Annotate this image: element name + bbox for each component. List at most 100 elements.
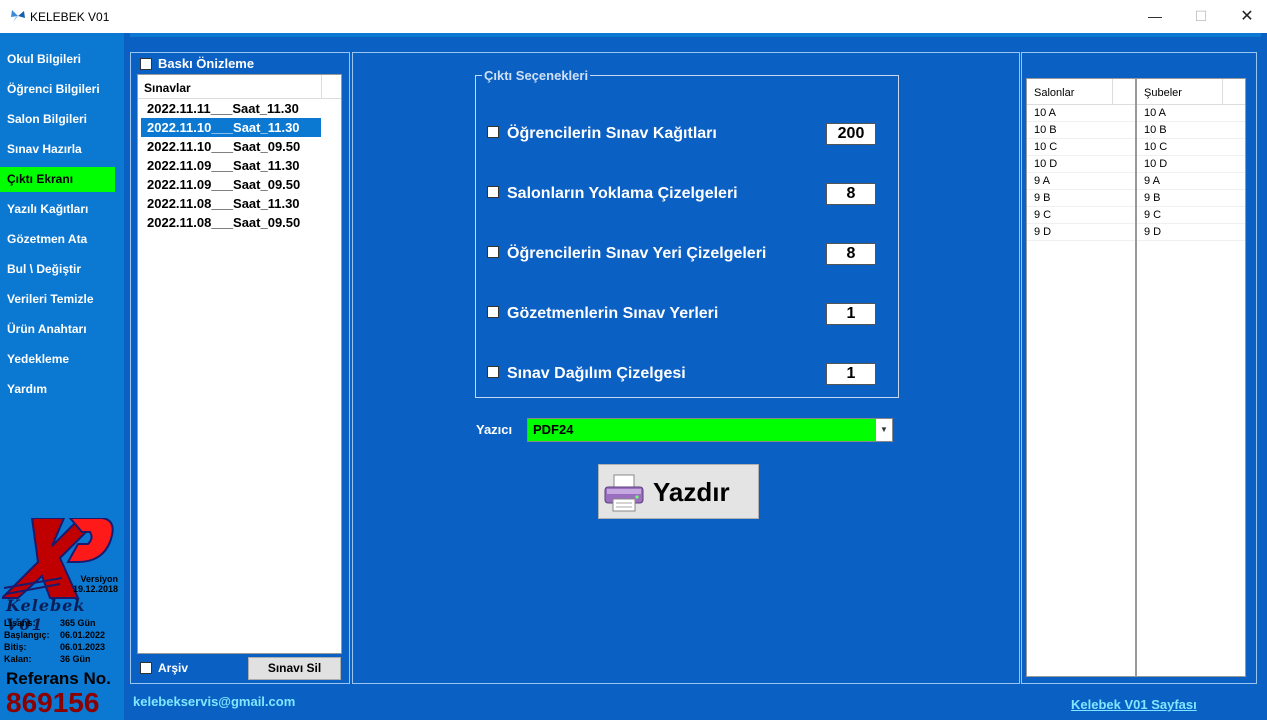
list-item[interactable]: 9 B (1137, 190, 1245, 207)
option-attendance-sheets[interactable]: Salonların Yoklama Çizelgeleri (487, 185, 738, 203)
checkbox-icon (140, 57, 152, 70)
print-button[interactable]: Yazdır (598, 464, 759, 519)
list-item[interactable]: 10 C (1027, 139, 1135, 156)
checkbox-icon (487, 126, 499, 139)
license-value: 365 Gün (60, 618, 96, 628)
list-item[interactable]: 9 A (1137, 173, 1245, 190)
column-divider (1112, 79, 1113, 105)
option-student-seat-sheets[interactable]: Öğrencilerin Sınav Yeri Çizelgeleri (487, 245, 766, 263)
sidebar-item-ogrenci-bilgileri[interactable]: Öğrenci Bilgileri (0, 77, 115, 102)
reference-number: 869156 (6, 687, 100, 718)
output-options-title: Çıktı Seçenekleri (482, 68, 591, 83)
rooms-header-label: Salonlar (1034, 87, 1075, 99)
list-item[interactable]: 9 A (1027, 173, 1135, 190)
option-label: Öğrencilerin Sınav Yeri Çizelgeleri (507, 245, 767, 262)
close-button[interactable]: ✕ (1224, 0, 1267, 33)
title-bar: KELEBEK V01 — ☐ ✕ (0, 0, 1267, 33)
sidebar-item-bul-degistir[interactable]: Bul \ Değiştir (0, 257, 115, 282)
sidebar-item-yazili-kagitlari[interactable]: Yazılı Kağıtları (0, 197, 115, 222)
list-item[interactable]: 9 C (1027, 207, 1135, 224)
exam-list-item[interactable]: 2022.11.08___Saat_09.50 (141, 213, 321, 232)
printer-select[interactable]: PDF24 ▼ (527, 418, 893, 442)
option-count-field[interactable]: 1 (826, 363, 876, 385)
archive-label: Arşiv (158, 661, 189, 675)
option-label: Gözetmenlerin Sınav Yerleri (507, 305, 719, 322)
checkbox-icon (487, 246, 499, 259)
option-label: Öğrencilerin Sınav Kağıtları (507, 125, 717, 142)
end-date-label: Bitiş: (4, 642, 27, 652)
checkbox-icon (487, 306, 499, 319)
sidebar: Okul Bilgileri Öğrenci Bilgileri Salon B… (0, 33, 124, 720)
print-button-label: Yazdır (653, 477, 730, 507)
exam-list-item[interactable]: 2022.11.08___Saat_11.30 (141, 194, 321, 213)
list-item[interactable]: 10 A (1027, 105, 1135, 122)
list-item[interactable]: 10 D (1137, 156, 1245, 173)
remaining-value: 36 Gün (60, 654, 91, 664)
checkbox-icon (487, 366, 499, 379)
sidebar-item-yardim[interactable]: Yardım (0, 377, 115, 402)
remaining-label: Kalan: (4, 654, 32, 664)
archive-checkbox[interactable]: Arşiv (140, 661, 188, 675)
branches-header-label: Şubeler (1144, 87, 1182, 99)
printer-icon (604, 474, 644, 512)
exam-list-item[interactable]: 2022.11.10___Saat_09.50 (141, 137, 321, 156)
option-count-field[interactable]: 200 (826, 123, 876, 145)
exam-list-item[interactable]: 2022.11.11___Saat_11.30 (141, 99, 321, 118)
print-preview-label: Baskı Önizleme (158, 56, 255, 71)
sidebar-item-okul-bilgileri[interactable]: Okul Bilgileri (0, 47, 115, 72)
sidebar-item-sinav-hazirla[interactable]: Sınav Hazırla (0, 137, 115, 162)
delete-exam-button[interactable]: Sınavı Sil (248, 657, 341, 680)
option-student-papers[interactable]: Öğrencilerin Sınav Kağıtları (487, 125, 717, 143)
rooms-lists: Salonlar 10 A 10 B 10 C 10 D 9 A 9 B 9 C… (1026, 78, 1246, 678)
maximize-button[interactable]: ☐ (1178, 0, 1224, 33)
list-item[interactable]: 9 C (1137, 207, 1245, 224)
homepage-link[interactable]: Kelebek V01 Sayfası (1071, 697, 1197, 712)
list-item[interactable]: 10 C (1137, 139, 1245, 156)
version-date: 19.12.2018 (72, 584, 118, 594)
sidebar-item-salon-bilgileri[interactable]: Salon Bilgileri (0, 107, 115, 132)
list-item[interactable]: 10 D (1027, 156, 1135, 173)
exam-list-item[interactable]: 2022.11.09___Saat_09.50 (141, 175, 321, 194)
sidebar-item-gozetmen-ata[interactable]: Gözetmen Ata (0, 227, 115, 252)
chevron-down-icon[interactable]: ▼ (876, 419, 892, 441)
branches-header: Şubeler (1137, 79, 1245, 105)
version-label: Versiyon (80, 574, 118, 584)
license-info: Lisans: 365 Gün Başlangıç: 06.01.2022 Biti… (4, 617, 105, 665)
option-count-field[interactable]: 8 (826, 183, 876, 205)
version-info: Versiyon 19.12.2018 (60, 574, 118, 594)
list-item[interactable]: 10 B (1137, 122, 1245, 139)
sidebar-item-yedekleme[interactable]: Yedekleme (0, 347, 115, 372)
butterfly-icon (11, 10, 25, 22)
rooms-header: Salonlar (1027, 79, 1135, 105)
print-preview-checkbox[interactable]: Baskı Önizleme (140, 56, 254, 71)
exams-list[interactable]: Sınavlar 2022.11.11___Saat_11.30 2022.11… (137, 74, 342, 654)
list-item[interactable]: 9 B (1027, 190, 1135, 207)
list-item[interactable]: 10 A (1137, 105, 1245, 122)
option-count-field[interactable]: 8 (826, 243, 876, 265)
list-item[interactable]: 10 B (1027, 122, 1135, 139)
contact-email[interactable]: kelebekservis@gmail.com (133, 694, 295, 709)
license-label: Lisans: (4, 618, 36, 628)
printer-selected-value: PDF24 (533, 422, 574, 437)
option-proctor-locations[interactable]: Gözetmenlerin Sınav Yerleri (487, 305, 718, 323)
sidebar-item-cikti-ekrani[interactable]: Çıktı Ekranı (0, 167, 115, 192)
end-date-value: 06.01.2023 (60, 642, 106, 652)
option-label: Sınav Dağılım Çizelgesi (507, 365, 686, 382)
exam-list-item-selected[interactable]: 2022.11.10___Saat_11.30 (141, 118, 321, 137)
sidebar-item-verileri-temizle[interactable]: Verileri Temizle (0, 287, 115, 312)
option-count-field[interactable]: 1 (826, 303, 876, 325)
branches-list[interactable]: Şubeler 10 A 10 B 10 C 10 D 9 A 9 B 9 C … (1136, 78, 1246, 677)
list-item[interactable]: 9 D (1027, 224, 1135, 241)
window-title: KELEBEK V01 (30, 10, 110, 24)
checkbox-icon (140, 661, 152, 674)
reference-label: Referans No. (6, 669, 111, 688)
sidebar-item-urun-anahtari[interactable]: Ürün Anahtarı (0, 317, 115, 342)
option-distribution-sheet[interactable]: Sınav Dağılım Çizelgesi (487, 365, 686, 383)
exam-list-item[interactable]: 2022.11.09___Saat_11.30 (141, 156, 321, 175)
column-divider (1222, 79, 1223, 105)
list-item[interactable]: 9 D (1137, 224, 1245, 241)
column-divider (321, 75, 322, 99)
exams-header-label: Sınavlar (144, 81, 191, 95)
minimize-button[interactable]: — (1132, 0, 1178, 33)
rooms-list[interactable]: Salonlar 10 A 10 B 10 C 10 D 9 A 9 B 9 C… (1026, 78, 1136, 677)
